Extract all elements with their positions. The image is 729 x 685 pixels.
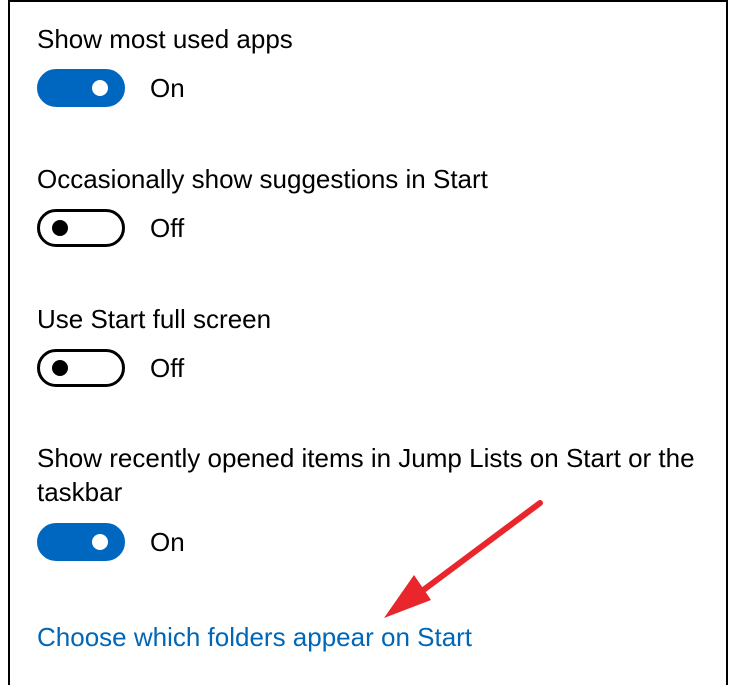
setting-label: Show most used apps (37, 24, 293, 54)
toggle-knob (52, 220, 68, 236)
setting-show-most-used-apps: Show most used apps On (37, 22, 293, 107)
setting-label: Show recently opened items in Jump Lists… (37, 443, 695, 507)
toggle-state-label: Off (150, 353, 185, 383)
jump-lists-toggle[interactable] (37, 523, 125, 561)
show-suggestions-toggle[interactable] (37, 209, 125, 247)
start-full-screen-toggle[interactable] (37, 349, 125, 387)
toggle-knob (92, 80, 108, 96)
toggle-row: On (37, 69, 293, 107)
choose-folders-link[interactable]: Choose which folders appear on Start (37, 620, 472, 654)
show-most-used-apps-toggle[interactable] (37, 69, 125, 107)
toggle-row: Off (37, 349, 271, 387)
toggle-state-label: On (150, 73, 185, 103)
setting-use-start-full-screen: Use Start full screen Off (37, 302, 271, 387)
toggle-row: On (37, 523, 707, 561)
toggle-state-label: Off (150, 213, 185, 243)
toggle-knob (52, 360, 68, 376)
toggle-state-label: On (150, 527, 185, 557)
toggle-knob (92, 534, 108, 550)
setting-label: Use Start full screen (37, 304, 272, 334)
setting-label: Occasionally show suggestions in Start (37, 164, 488, 194)
settings-panel: Show most used apps On Occasionally show… (8, 0, 728, 685)
setting-show-recent-jump-lists: Show recently opened items in Jump Lists… (37, 441, 707, 561)
setting-occasionally-show-suggestions: Occasionally show suggestions in Start O… (37, 162, 488, 247)
toggle-row: Off (37, 209, 488, 247)
